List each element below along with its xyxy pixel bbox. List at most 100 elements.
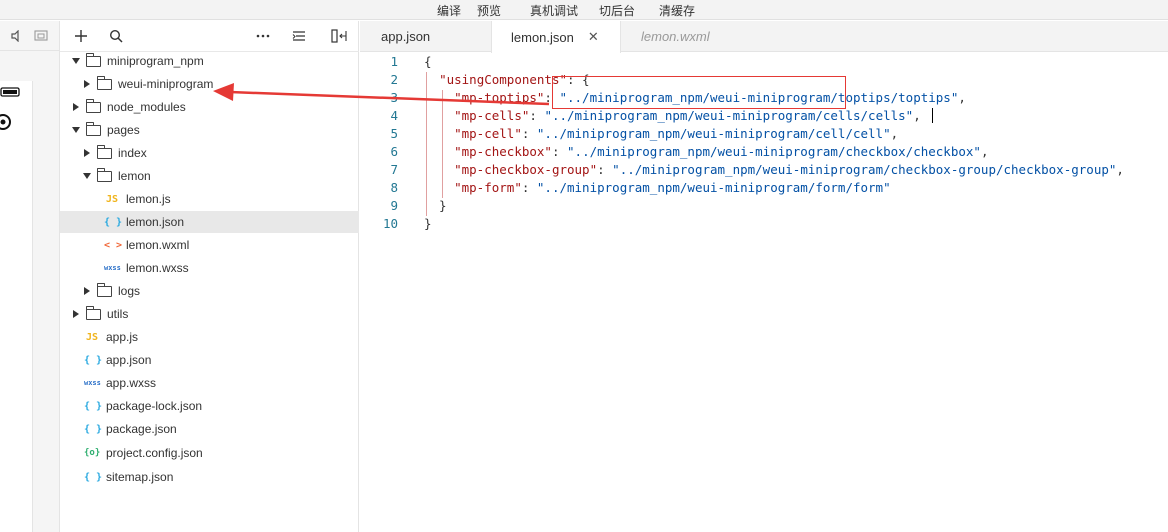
json-punctuation: } [424, 198, 447, 213]
tree-item-label: pages [107, 123, 140, 137]
json-string: "../miniprogram_npm/weui-miniprogram/for… [536, 180, 891, 195]
folder-icon [96, 282, 112, 297]
code-line: "mp-toptips": "../miniprogram_npm/weui-m… [424, 90, 966, 105]
tree-item-label: lemon.wxss [126, 261, 189, 275]
json-file-icon: { } [84, 354, 103, 366]
volume-icon[interactable] [10, 30, 22, 42]
line-number: 4 [390, 108, 398, 123]
folder-icon [85, 52, 101, 67]
tree-item-label: app.js [106, 330, 139, 344]
folder-icon [85, 98, 101, 113]
chevron-right-icon[interactable] [82, 79, 92, 89]
json-file-icon: { } [104, 216, 123, 228]
file-lemon-wxml[interactable]: < > lemon.wxml [60, 234, 359, 256]
chevron-down-icon[interactable] [71, 125, 81, 135]
json-key: "mp-checkbox-group" [454, 162, 598, 177]
line-number: 3 [390, 90, 398, 105]
line-number: 2 [390, 72, 398, 87]
code-line: "mp-checkbox": "../miniprogram_npm/weui-… [424, 144, 988, 159]
tree-item-label: app.json [106, 353, 152, 367]
close-icon[interactable]: ✕ [588, 29, 599, 45]
json-punctuation: : [529, 108, 545, 123]
folder-index[interactable]: index [60, 142, 359, 164]
line-number: 6 [390, 144, 398, 159]
json-punctuation [424, 144, 454, 159]
tab-label: lemon.wxml [641, 29, 710, 44]
editor-tabs: app.json lemon.json ✕ lemon.wxml [360, 21, 1168, 53]
json-punctuation: , [980, 144, 989, 159]
folder-icon [96, 167, 112, 182]
file-lemon-js[interactable]: JS lemon.js [60, 188, 359, 210]
top-toolbar: 编译 预览 真机调试 切后台 清缓存 [0, 0, 1168, 20]
config-file-icon: {o} [84, 448, 101, 458]
screen-icon[interactable] [34, 30, 48, 42]
tab-lemon-wxml[interactable]: lemon.wxml [622, 21, 762, 52]
json-punctuation: : [521, 180, 537, 195]
code-area[interactable]: 1 2 3 4 5 6 7 8 9 10 { "usingComponents": { "mp-to… [360, 52, 1168, 532]
file-explorer: miniprogram_npm weui-miniprogram node_modu… [60, 21, 359, 532]
js-file-icon: JS [85, 331, 99, 343]
code-line: "mp-checkbox-group": "../miniprogram_npm… [424, 162, 1124, 177]
json-file-icon: { } [84, 400, 103, 412]
json-punctuation: , [958, 90, 966, 105]
folder-miniprogram-npm[interactable]: miniprogram_npm [60, 50, 359, 72]
record-icon[interactable] [0, 113, 16, 131]
file-app-js[interactable]: JS app.js [60, 326, 359, 348]
json-key: "mp-form" [454, 180, 522, 195]
json-punctuation [424, 108, 454, 123]
chevron-right-icon[interactable] [71, 102, 81, 112]
tree-item-label: lemon.json [126, 215, 185, 229]
background-button[interactable]: 切后台 [599, 2, 635, 19]
file-app-json[interactable]: { } app.json [60, 349, 359, 371]
code-line: "mp-cells": "../miniprogram_npm/weui-min… [424, 108, 921, 123]
chevron-right-icon[interactable] [71, 309, 81, 319]
file-lemon-wxss[interactable]: wxss lemon.wxss [60, 257, 359, 279]
compile-button[interactable]: 编译 [437, 2, 461, 19]
preview-button[interactable]: 预览 [477, 2, 501, 19]
tab-lemon-json[interactable]: lemon.json ✕ [491, 21, 621, 53]
json-punctuation: : [521, 126, 537, 141]
chevron-right-icon[interactable] [82, 286, 92, 296]
chevron-down-icon[interactable] [82, 171, 92, 181]
folder-node-modules[interactable]: node_modules [60, 96, 359, 118]
folder-icon [85, 305, 101, 320]
chevron-right-icon[interactable] [82, 148, 92, 158]
tree-item-label: app.wxss [106, 376, 157, 390]
folder-logs[interactable]: logs [60, 280, 359, 302]
tree-item-label: lemon.wxml [126, 238, 190, 252]
tree-item-label: index [118, 146, 147, 160]
toggle-panel-icon[interactable] [330, 27, 348, 45]
tree-item-label: miniprogram_npm [107, 54, 204, 68]
folder-lemon[interactable]: lemon [60, 165, 359, 187]
file-lemon-json[interactable]: { } lemon.json [60, 211, 359, 233]
add-icon[interactable] [72, 27, 90, 45]
wxml-file-icon: < > [104, 239, 123, 251]
json-string: "../miniprogram_npm/weui-miniprogram/che… [567, 144, 981, 159]
file-package-lock-json[interactable]: { } package-lock.json [60, 395, 359, 417]
line-number: 7 [390, 162, 398, 177]
tree-item-label: lemon.js [126, 192, 171, 206]
file-sitemap-json[interactable]: { } sitemap.json [60, 466, 359, 488]
chevron-down-icon[interactable] [71, 56, 81, 66]
json-file-icon: { } [84, 423, 103, 435]
remote-debug-button[interactable]: 真机调试 [530, 2, 578, 19]
clear-cache-button[interactable]: 清缓存 [659, 2, 695, 19]
tab-app-json[interactable]: app.json [360, 21, 492, 52]
code-line: "usingComponents": { [424, 72, 590, 87]
tab-label: app.json [381, 29, 431, 44]
json-punctuation: : [544, 90, 560, 105]
more-icon[interactable] [254, 27, 272, 45]
search-icon[interactable] [107, 27, 125, 45]
code-line: "mp-cell": "../miniprogram_npm/weui-mini… [424, 126, 898, 141]
tab-label: lemon.json [511, 29, 574, 45]
code-line: } [424, 216, 432, 231]
collapse-all-icon[interactable] [290, 27, 308, 45]
file-project-config-json[interactable]: {o} project.config.json [60, 442, 359, 464]
code-line: } [424, 198, 447, 213]
file-app-wxss[interactable]: wxss app.wxss [60, 372, 359, 394]
folder-utils[interactable]: utils [60, 303, 359, 325]
text-cursor [932, 108, 933, 123]
folder-pages[interactable]: pages [60, 119, 359, 141]
folder-weui-miniprogram[interactable]: weui-miniprogram [60, 73, 359, 95]
file-package-json[interactable]: { } package.json [60, 418, 359, 440]
